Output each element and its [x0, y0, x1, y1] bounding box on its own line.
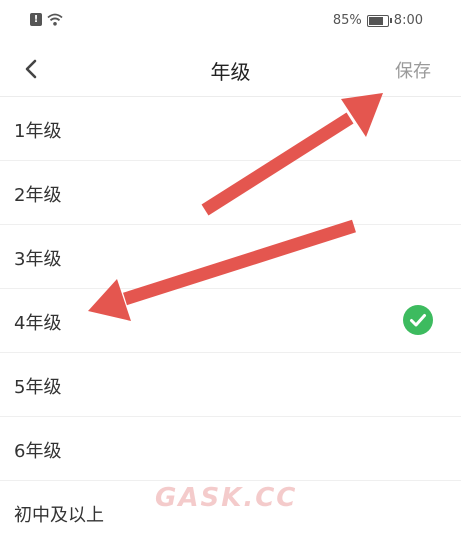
- grade-label: 4年级: [14, 313, 62, 334]
- grade-list: 1年级 2年级 3年级 4年级 5年级 6年级 初中及以上: [0, 97, 461, 544]
- grade-option[interactable]: 2年级: [0, 161, 461, 225]
- grade-label: 初中及以上: [14, 505, 104, 526]
- grade-label: 2年级: [14, 185, 62, 206]
- status-bar: ! 85% 8:00: [0, 0, 461, 40]
- watermark: GASK.CC: [155, 483, 298, 513]
- battery-percent: 85%: [332, 13, 362, 28]
- battery-icon: [366, 14, 392, 27]
- status-left: !: [30, 13, 63, 26]
- status-right: 85% 8:00: [333, 13, 423, 28]
- save-button[interactable]: 保存: [395, 57, 431, 83]
- grade-option[interactable]: 6年级: [0, 417, 461, 481]
- check-circle-icon: [403, 305, 433, 335]
- grade-label: 5年级: [14, 377, 62, 398]
- grade-label: 3年级: [14, 249, 62, 270]
- page-title: 年级: [210, 60, 251, 84]
- alert-icon: !: [30, 13, 42, 26]
- grade-label: 6年级: [14, 441, 62, 462]
- grade-option[interactable]: 3年级: [0, 225, 461, 289]
- grade-label: 1年级: [14, 121, 62, 142]
- nav-bar: 年级 保存: [0, 40, 461, 97]
- grade-option[interactable]: 1年级: [0, 97, 461, 161]
- status-time: 8:00: [393, 13, 423, 28]
- grade-option[interactable]: 5年级: [0, 353, 461, 417]
- grade-option-selected[interactable]: 4年级: [0, 289, 461, 353]
- wifi-icon: [47, 13, 63, 26]
